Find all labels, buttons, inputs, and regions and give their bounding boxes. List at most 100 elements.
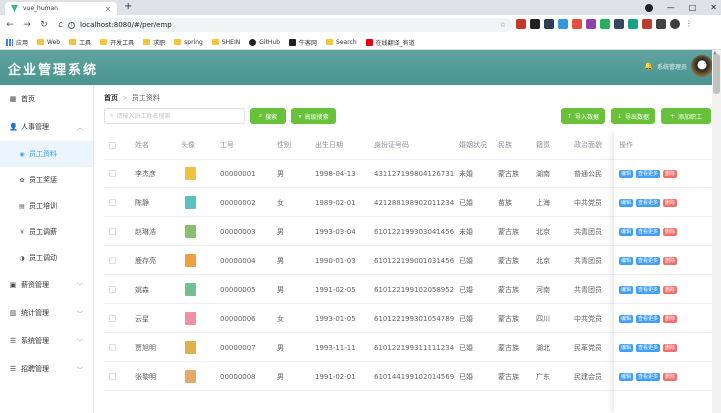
extension-icon[interactable] xyxy=(530,19,540,29)
edit-button[interactable]: 编辑 xyxy=(619,227,634,236)
row-checkbox[interactable] xyxy=(109,170,116,177)
minimize-icon[interactable]: — xyxy=(667,3,675,12)
breadcrumb-home[interactable]: 首页 xyxy=(104,94,118,102)
view-more-button[interactable]: 查看更多 xyxy=(636,372,661,381)
bookmark-search[interactable]: Search xyxy=(326,39,357,46)
table-row: 鹿存亮 00000004 男 1990-01-03 610122199001031456… xyxy=(104,247,713,275)
info-icon[interactable]: i xyxy=(68,21,75,29)
edit-button[interactable]: 编辑 xyxy=(619,256,634,265)
bookmark-apps[interactable]: 应用 xyxy=(6,38,28,47)
sidebar-group-recruit[interactable]: ☰ 招聘管理 ﹀ xyxy=(0,355,93,383)
view-more-button[interactable]: 查看更多 xyxy=(636,343,661,352)
sidebar-group-stats[interactable]: ▥ 统计管理 ﹀ xyxy=(0,299,93,327)
extension-icon[interactable] xyxy=(516,19,526,29)
sidebar-group-salary[interactable]: ▣ 薪资管理 ﹀ xyxy=(0,271,93,299)
bookmark-tools[interactable]: 工具 xyxy=(69,38,91,47)
delete-button[interactable]: 删除 xyxy=(663,372,678,381)
row-checkbox[interactable] xyxy=(109,286,116,293)
sidebar-item-transfer[interactable]: ◑ 员工调动 xyxy=(0,245,93,271)
cell-name: 陈静 xyxy=(135,198,149,207)
sidebar-item-employee-rewards[interactable]: ✿ 员工奖惩 xyxy=(0,167,93,193)
new-tab-icon[interactable]: + xyxy=(124,1,132,12)
bookmark-jobs[interactable]: 求职 xyxy=(143,38,165,47)
row-checkbox[interactable] xyxy=(109,373,116,380)
extension-icon[interactable] xyxy=(642,19,652,29)
extension-icon[interactable] xyxy=(572,19,582,29)
view-more-button[interactable]: 查看更多 xyxy=(636,285,661,294)
bookmark-web[interactable]: Web xyxy=(37,39,60,46)
sidebar-group-system[interactable]: ☰ 系统管理 ﹀ xyxy=(0,327,93,355)
row-checkbox[interactable] xyxy=(109,199,116,206)
extension-icon[interactable] xyxy=(586,19,596,29)
delete-button[interactable]: 删除 xyxy=(663,343,678,352)
user-area[interactable]: 🔔 系统管理员 xyxy=(644,55,713,77)
view-more-button[interactable]: 查看更多 xyxy=(636,169,661,178)
sidebar-group-hr[interactable]: 👤 人事管理 ︿ xyxy=(0,113,93,141)
profile-icon[interactable] xyxy=(670,19,680,29)
extension-icon[interactable] xyxy=(614,19,624,29)
extension-icon[interactable] xyxy=(558,19,568,29)
profile-icon[interactable] xyxy=(644,3,653,12)
view-more-button[interactable]: 查看更多 xyxy=(636,227,661,236)
delete-button[interactable]: 删除 xyxy=(663,314,678,323)
bookmark-shein[interactable]: SHEIN xyxy=(211,39,240,46)
bookmark-spring[interactable]: spring xyxy=(174,39,203,46)
bookmark-devtools[interactable]: 开发工具 xyxy=(100,38,134,47)
row-checkbox[interactable] xyxy=(109,315,116,322)
cell-name: 鹿存亮 xyxy=(135,256,156,265)
extension-icon[interactable] xyxy=(600,19,610,29)
extension-icon[interactable] xyxy=(628,19,638,29)
maximize-icon[interactable]: □ xyxy=(689,3,697,12)
add-employee-button[interactable]: + 添加职工 xyxy=(661,108,711,124)
bookmark-github[interactable]: GitHub xyxy=(249,38,280,46)
bookmark-nowcoder[interactable]: 牛客网 xyxy=(289,38,317,47)
username[interactable]: 系统管理员 xyxy=(657,62,687,71)
view-more-button[interactable]: 查看更多 xyxy=(636,314,661,323)
row-checkbox[interactable] xyxy=(109,257,116,264)
bell-icon[interactable]: 🔔 xyxy=(644,62,653,70)
delete-button[interactable]: 删除 xyxy=(663,227,678,236)
address-bar[interactable]: i localhost:8080/#/per/emp ☆ xyxy=(62,18,512,32)
export-button[interactable]: ⇣ 导出数据 xyxy=(611,108,655,124)
star-icon[interactable]: ☆ xyxy=(500,21,506,29)
edit-button[interactable]: 编辑 xyxy=(619,343,634,352)
scrollbar-thumb[interactable] xyxy=(713,54,720,94)
reload-icon[interactable]: ↻ xyxy=(37,20,51,30)
edit-button[interactable]: 编辑 xyxy=(619,314,634,323)
puzzle-icon[interactable] xyxy=(656,19,666,29)
sidebar-item-salary-adjust[interactable]: ¥ 员工调薪 xyxy=(0,219,93,245)
cell-name: 云星 xyxy=(135,314,149,323)
browser-tab[interactable]: vue_human × xyxy=(5,2,117,15)
delete-button[interactable]: 删除 xyxy=(663,198,678,207)
close-window-icon[interactable]: ✕ xyxy=(710,3,717,12)
bookmark-youdao[interactable]: 在线翻译_有道 xyxy=(365,38,415,47)
search-input[interactable] xyxy=(116,112,235,120)
advanced-search-button[interactable]: ▾ 高级搜索 xyxy=(291,108,336,124)
sidebar-item-employee-info[interactable]: ◉ 员工资料 xyxy=(0,141,93,167)
close-icon[interactable]: × xyxy=(105,5,111,13)
view-more-button[interactable]: 查看更多 xyxy=(636,198,661,207)
extension-icon[interactable] xyxy=(544,19,554,29)
delete-button[interactable]: 删除 xyxy=(663,285,678,294)
edit-button[interactable]: 编辑 xyxy=(619,169,634,178)
edit-button[interactable]: 编辑 xyxy=(619,372,634,381)
delete-button[interactable]: 删除 xyxy=(663,169,678,178)
import-button[interactable]: ⇡ 导入数据 xyxy=(561,108,605,124)
search-button[interactable]: ⌕ 搜索 xyxy=(250,108,286,124)
search-box[interactable]: ⌕ xyxy=(104,108,245,124)
sidebar-item-home[interactable]: ▦ 首页 xyxy=(0,85,93,113)
cell-marital: 未婚 xyxy=(459,227,473,236)
row-checkbox[interactable] xyxy=(109,228,116,235)
row-checkbox[interactable] xyxy=(109,344,116,351)
delete-button[interactable]: 删除 xyxy=(663,256,678,265)
forward-icon[interactable]: → xyxy=(20,20,34,30)
back-icon[interactable]: ← xyxy=(3,20,17,30)
edit-button[interactable]: 编辑 xyxy=(619,285,634,294)
sidebar-item-employee-training[interactable]: ▤ 员工培训 xyxy=(0,193,93,219)
scrollbar[interactable]: ▲ xyxy=(712,50,721,413)
select-all-checkbox[interactable] xyxy=(109,141,116,149)
more-icon[interactable]: ⋮ xyxy=(684,19,694,29)
avatar[interactable] xyxy=(691,55,713,77)
view-more-button[interactable]: 查看更多 xyxy=(636,256,661,265)
edit-button[interactable]: 编辑 xyxy=(619,198,634,207)
